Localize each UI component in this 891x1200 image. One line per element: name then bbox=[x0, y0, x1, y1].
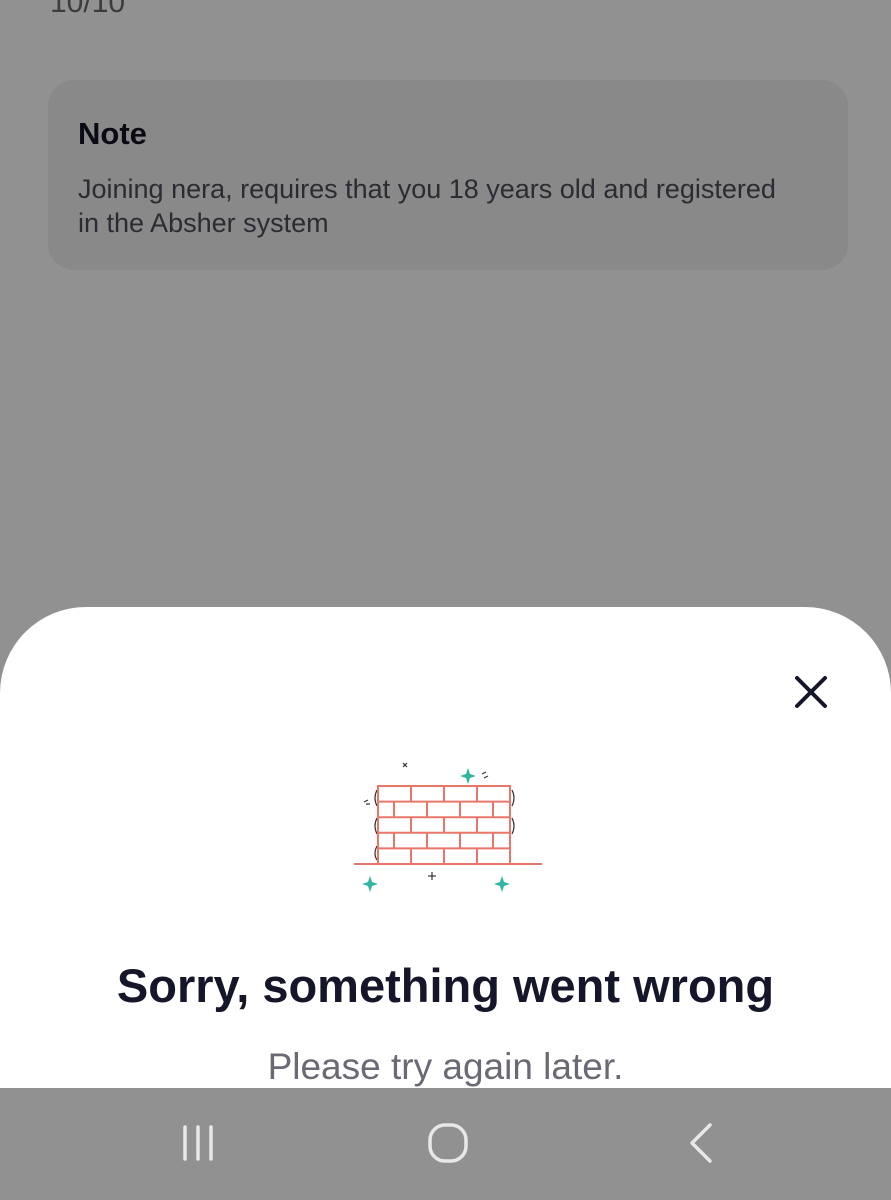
recent-apps-button[interactable] bbox=[168, 1115, 228, 1171]
home-button[interactable] bbox=[418, 1115, 478, 1171]
brick-wall-illustration bbox=[346, 756, 546, 896]
home-icon bbox=[428, 1123, 468, 1163]
back-icon bbox=[690, 1123, 712, 1163]
error-title: Sorry, something went wrong bbox=[116, 959, 775, 1012]
error-subtitle: Please try again later. bbox=[267, 1046, 624, 1087]
recent-apps-icon bbox=[183, 1125, 213, 1161]
close-button[interactable] bbox=[785, 666, 837, 718]
close-icon bbox=[795, 676, 827, 708]
back-button[interactable] bbox=[670, 1115, 730, 1171]
